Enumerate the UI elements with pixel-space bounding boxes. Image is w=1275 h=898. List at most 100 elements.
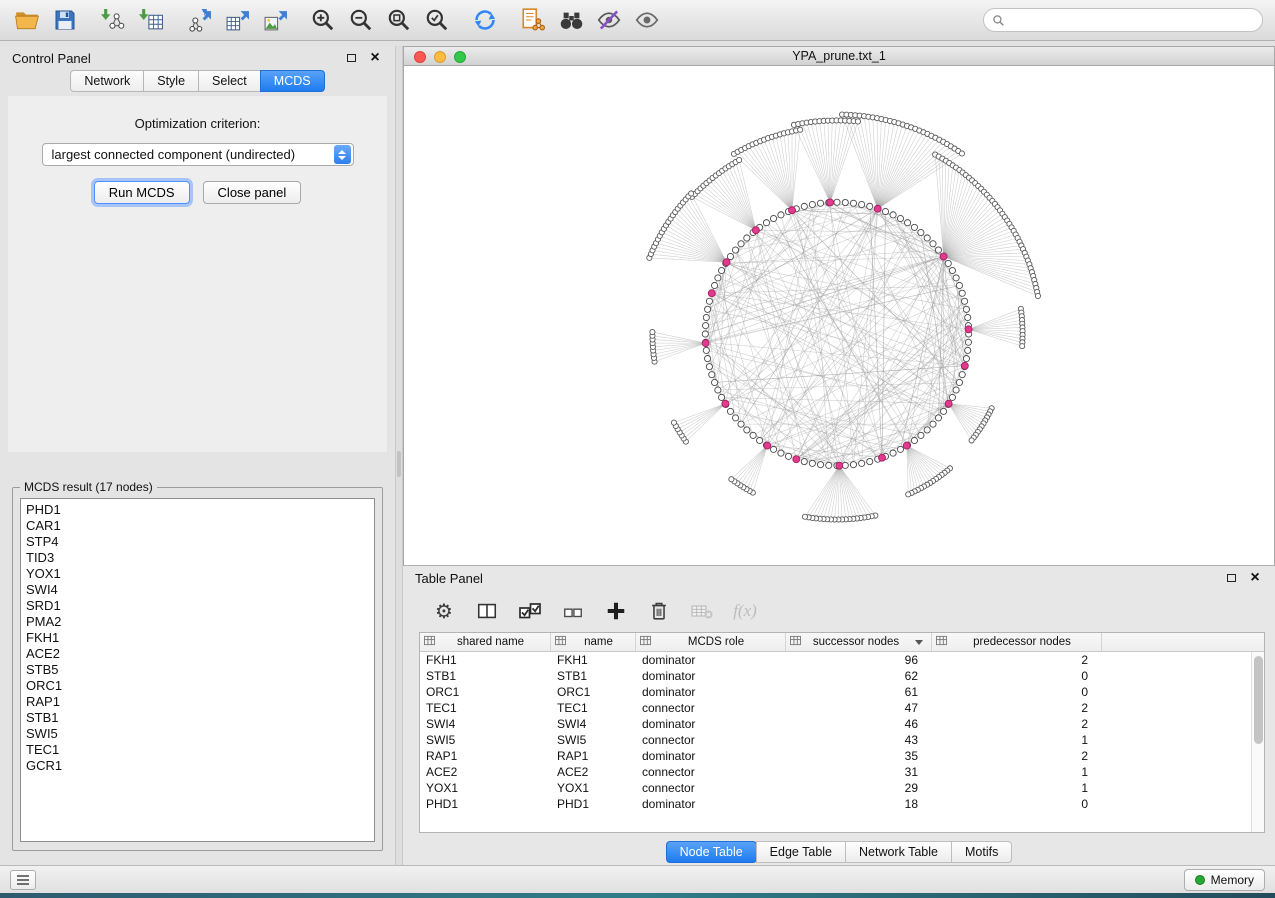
tab-motifs[interactable]: Motifs bbox=[951, 841, 1012, 863]
main-toolbar bbox=[0, 0, 1275, 41]
find-button[interactable] bbox=[556, 5, 586, 35]
create-column-button[interactable] bbox=[603, 598, 629, 624]
zoom-selected-button[interactable] bbox=[422, 5, 452, 35]
table-scrollbar[interactable] bbox=[1251, 652, 1264, 832]
memory-button[interactable]: Memory bbox=[1184, 869, 1265, 891]
cell-successors: 29 bbox=[786, 781, 932, 795]
column-header-shared_name[interactable]: shared name bbox=[420, 633, 551, 651]
list-item[interactable]: FKH1 bbox=[26, 630, 369, 646]
cell-role: connector bbox=[636, 701, 786, 715]
window-minimize-icon[interactable] bbox=[434, 51, 446, 63]
list-item[interactable]: ORC1 bbox=[26, 678, 369, 694]
network-window-titlebar[interactable]: YPA_prune.txt_1 bbox=[404, 47, 1274, 66]
new-network-from-selection-icon bbox=[520, 7, 546, 33]
tab-edge-table[interactable]: Edge Table bbox=[756, 841, 846, 863]
run-mcds-button[interactable]: Run MCDS bbox=[94, 181, 190, 204]
table-row[interactable]: SWI5SWI5connector431 bbox=[420, 732, 1251, 748]
list-item[interactable]: ACE2 bbox=[26, 646, 369, 662]
cell-role: dominator bbox=[636, 717, 786, 731]
list-item[interactable]: SWI4 bbox=[26, 582, 369, 598]
mcds-result-list[interactable]: PHD1CAR1STP4TID3YOX1SWI4SRD1PMA2FKH1ACE2… bbox=[20, 498, 375, 842]
table-row[interactable]: RAP1RAP1dominator352 bbox=[420, 748, 1251, 764]
table-row[interactable]: TEC1TEC1connector472 bbox=[420, 700, 1251, 716]
tab-network-table[interactable]: Network Table bbox=[845, 841, 952, 863]
table-row[interactable]: STB1STB1dominator620 bbox=[420, 668, 1251, 684]
panel-splitter[interactable] bbox=[395, 46, 403, 865]
criterion-select[interactable]: largest connected component (undirected) bbox=[42, 143, 354, 166]
list-item[interactable]: PHD1 bbox=[26, 502, 369, 518]
splitter-grip[interactable] bbox=[397, 451, 401, 477]
save-session-button[interactable] bbox=[50, 5, 80, 35]
column-type-icon bbox=[555, 635, 566, 649]
window-close-icon[interactable] bbox=[414, 51, 426, 63]
list-item[interactable]: PMA2 bbox=[26, 614, 369, 630]
scrollbar-thumb[interactable] bbox=[1254, 656, 1263, 744]
window-maximize-icon[interactable] bbox=[454, 51, 466, 63]
table-row[interactable]: FKH1FKH1dominator962 bbox=[420, 652, 1251, 668]
table-row[interactable]: YOX1YOX1connector291 bbox=[420, 780, 1251, 796]
list-item[interactable]: TID3 bbox=[26, 550, 369, 566]
cell-predecessors: 1 bbox=[932, 765, 1102, 779]
show-columns-button[interactable] bbox=[474, 598, 500, 624]
close-panel-button[interactable]: × bbox=[367, 50, 383, 66]
tab-node-table[interactable]: Node Table bbox=[666, 841, 757, 863]
table-settings-button[interactable]: ⚙ bbox=[431, 598, 457, 624]
export-network-button[interactable] bbox=[184, 5, 214, 35]
list-item[interactable]: RAP1 bbox=[26, 694, 369, 710]
network-window-title: YPA_prune.txt_1 bbox=[792, 49, 886, 63]
import-table-button[interactable] bbox=[136, 5, 166, 35]
delete-table-icon bbox=[690, 599, 714, 623]
refresh-view-button[interactable] bbox=[470, 5, 500, 35]
table-row[interactable]: SWI4SWI4dominator462 bbox=[420, 716, 1251, 732]
search-input[interactable] bbox=[1010, 13, 1254, 27]
open-session-button[interactable] bbox=[12, 5, 42, 35]
status-menu-button[interactable] bbox=[10, 870, 36, 890]
export-image-button[interactable] bbox=[260, 5, 290, 35]
list-item[interactable]: YOX1 bbox=[26, 566, 369, 582]
table-row[interactable]: ORC1ORC1dominator610 bbox=[420, 684, 1251, 700]
delete-columns-button[interactable] bbox=[646, 598, 672, 624]
list-item[interactable]: SWI5 bbox=[26, 726, 369, 742]
hide-selected-button[interactable] bbox=[594, 5, 624, 35]
tab-style[interactable]: Style bbox=[143, 70, 199, 92]
cell-predecessors: 2 bbox=[932, 717, 1102, 731]
unselect-all-columns-button[interactable] bbox=[560, 598, 586, 624]
float-panel-button[interactable] bbox=[343, 50, 359, 66]
zoom-fit-button[interactable] bbox=[384, 5, 414, 35]
list-item[interactable]: GCR1 bbox=[26, 758, 369, 774]
search-field[interactable] bbox=[983, 8, 1263, 32]
list-item[interactable]: CAR1 bbox=[26, 518, 369, 534]
column-header-name[interactable]: name bbox=[551, 633, 636, 651]
cell-role: dominator bbox=[636, 685, 786, 699]
column-header-predecessors[interactable]: predecessor nodes bbox=[932, 633, 1102, 651]
network-view[interactable] bbox=[404, 66, 1274, 565]
export-table-button[interactable] bbox=[222, 5, 252, 35]
column-header-successors[interactable]: successor nodes bbox=[786, 633, 932, 651]
close-table-panel-button[interactable]: × bbox=[1247, 570, 1263, 586]
list-item[interactable]: STB5 bbox=[26, 662, 369, 678]
tab-mcds[interactable]: MCDS bbox=[260, 70, 325, 92]
zoom-in-button[interactable] bbox=[308, 5, 338, 35]
gear-icon: ⚙ bbox=[435, 601, 453, 621]
list-item[interactable]: SRD1 bbox=[26, 598, 369, 614]
close-mcds-panel-button[interactable]: Close panel bbox=[203, 181, 302, 204]
function-builder-button[interactable]: f(x) bbox=[732, 598, 758, 624]
float-table-panel-button[interactable] bbox=[1223, 570, 1239, 586]
list-item[interactable]: TEC1 bbox=[26, 742, 369, 758]
show-all-button[interactable] bbox=[632, 5, 662, 35]
import-network-button[interactable] bbox=[98, 5, 128, 35]
table-row[interactable]: ACE2ACE2connector311 bbox=[420, 764, 1251, 780]
tab-select[interactable]: Select bbox=[198, 70, 261, 92]
select-all-columns-button[interactable] bbox=[517, 598, 543, 624]
tab-network[interactable]: Network bbox=[70, 70, 144, 92]
mcds-result-group: MCDS result (17 nodes) PHD1CAR1STP4TID3Y… bbox=[12, 480, 383, 851]
table-row[interactable]: PHD1PHD1dominator180 bbox=[420, 796, 1251, 812]
list-item[interactable]: STP4 bbox=[26, 534, 369, 550]
column-header-filler bbox=[1102, 633, 1264, 651]
delete-table-button[interactable] bbox=[689, 598, 715, 624]
network-from-selection-button[interactable] bbox=[518, 5, 548, 35]
list-item[interactable]: STB1 bbox=[26, 710, 369, 726]
cell-successors: 35 bbox=[786, 749, 932, 763]
column-header-role[interactable]: MCDS role bbox=[636, 633, 786, 651]
zoom-out-button[interactable] bbox=[346, 5, 376, 35]
